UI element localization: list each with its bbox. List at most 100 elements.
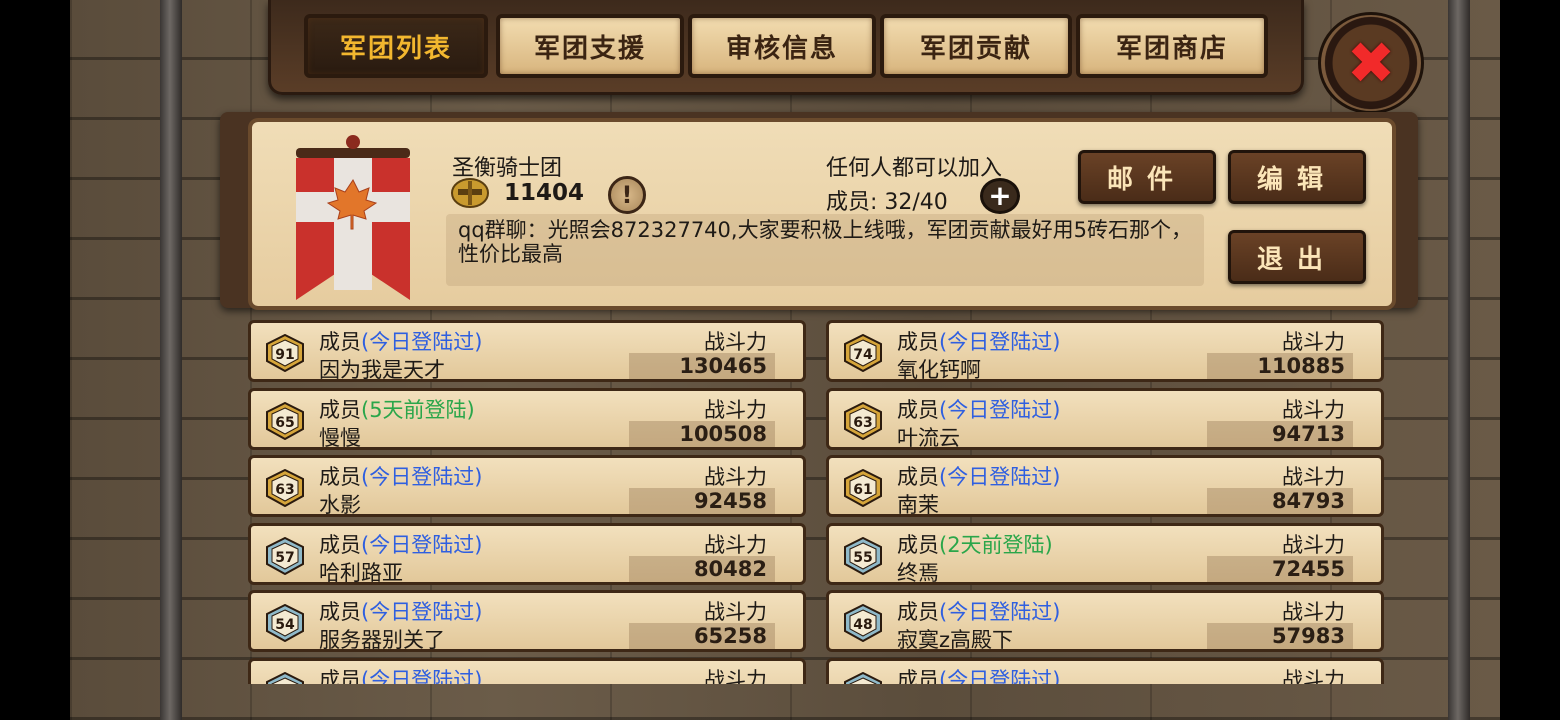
power-label: 战斗力	[1282, 532, 1345, 557]
quit-button[interactable]: 退出	[1228, 230, 1366, 284]
member-login-status: (今日登陆过)	[361, 667, 483, 685]
member-role-label: 成员	[319, 465, 361, 489]
member-role-label: 成员	[319, 330, 361, 354]
level-badge-icon: 61	[844, 469, 882, 507]
tab-guild-shop[interactable]: 军团商店	[1076, 14, 1268, 78]
power-value: 94713	[1207, 420, 1353, 447]
frame-rail-left	[160, 0, 182, 720]
level-text: 91	[275, 347, 294, 363]
member-login-status: (今日登陆过)	[361, 465, 483, 489]
power-label: 战斗力	[704, 532, 767, 557]
members-count: 成员: 32/40	[826, 190, 948, 215]
member-role: 成员(今日登陆过)	[319, 529, 482, 559]
power-value: 80482	[629, 555, 775, 582]
level-badge-icon: 48	[844, 604, 882, 642]
edit-button[interactable]: 编辑	[1228, 150, 1366, 204]
member-role-label: 成员	[897, 667, 939, 685]
member-card[interactable]: 55 成员(2天前登陆) 终焉 战斗力 72455	[826, 522, 1384, 585]
power-value: 92458	[629, 488, 775, 514]
member-login-status: (2天前登陆)	[939, 532, 1053, 557]
join-policy: 任何人都可以加入	[826, 156, 1003, 181]
member-card[interactable]: 63 成员(今日登陆过) 叶流云 战斗力 94713	[826, 387, 1384, 450]
member-login-status: (今日登陆过)	[939, 330, 1061, 354]
level-text: 61	[853, 482, 872, 498]
power-label: 战斗力	[1282, 465, 1345, 489]
level-text: 55	[853, 550, 872, 566]
member-name: 终焉	[897, 560, 939, 585]
close-button[interactable]: ✖	[1318, 12, 1424, 114]
level-badge-icon: 63	[266, 469, 304, 507]
power-value: 72455	[1207, 555, 1353, 582]
member-name: 因为我是天才	[319, 358, 445, 382]
member-login-status: (今日登陆过)	[939, 397, 1061, 422]
power-value: 84793	[1207, 488, 1353, 514]
member-role: 成员(今日登陆过)	[319, 664, 482, 685]
info-icon[interactable]: !	[608, 176, 646, 214]
member-card[interactable]: 91 成员(今日登陆过) 因为我是天才 战斗力 130465	[248, 320, 806, 382]
tab-guild-list[interactable]: 军团列表	[304, 14, 488, 78]
power-label: 战斗力	[704, 600, 767, 624]
level-badge-icon: 57	[266, 536, 304, 575]
member-role-label: 成员	[319, 667, 361, 685]
level-badge-icon: 91	[266, 334, 304, 372]
member-card[interactable]: 61 成员(今日登陆过) 南茉 战斗力 84793	[826, 455, 1384, 517]
member-role: 成员(今日登陆过)	[897, 664, 1060, 685]
member-name: 慢慢	[319, 425, 361, 450]
power-label: 战斗力	[1282, 600, 1345, 624]
member-role-label: 成员	[897, 532, 939, 557]
power-label: 战斗力	[704, 397, 767, 422]
level-badge-icon: 54	[266, 604, 304, 642]
member-name: 南茉	[897, 493, 939, 517]
member-card[interactable]: 63 成员(今日登陆过) 水影 战斗力 92458	[248, 455, 806, 517]
member-role: 成员(5天前登陆)	[319, 394, 475, 424]
member-card[interactable]: 成员(今日登陆过) 战斗力	[248, 657, 806, 685]
member-role: 成员(今日登陆过)	[319, 596, 482, 626]
member-role: 成员(2天前登陆)	[897, 529, 1053, 559]
member-role: 成员(今日登陆过)	[897, 326, 1060, 356]
member-role-label: 成员	[319, 600, 361, 624]
member-card[interactable]: 54 成员(今日登陆过) 服务器别关了 战斗力 65258	[248, 590, 806, 652]
member-login-status: (今日登陆过)	[361, 330, 483, 354]
level-badge-icon: 55	[844, 536, 882, 575]
tab-guild-support[interactable]: 军团支援	[496, 14, 684, 78]
level-text: 65	[275, 415, 294, 431]
member-role-label: 成员	[319, 397, 361, 422]
guild-score: 11404	[504, 180, 585, 206]
power-label: 战斗力	[1282, 667, 1345, 685]
power-label: 战斗力	[704, 330, 767, 354]
member-login-status: (今日登陆过)	[939, 600, 1061, 624]
power-label: 战斗力	[704, 667, 767, 685]
member-login-status: (今日登陆过)	[361, 600, 483, 624]
guild-announcement: qq群聊：光照会872327740,大家要积极上线哦，军团贡献最好用5砖石那个，…	[446, 214, 1204, 286]
level-text: 54	[275, 617, 295, 633]
level-text: 63	[853, 415, 872, 431]
maple-leaf-banner-icon	[296, 135, 410, 300]
member-login-status: (今日登陆过)	[939, 465, 1061, 489]
member-role: 成员(今日登陆过)	[897, 461, 1060, 491]
member-name: 水影	[319, 493, 361, 517]
level-badge-icon	[844, 671, 882, 684]
member-name: 寂寞z高殿下	[897, 628, 1014, 652]
member-role: 成员(今日登陆过)	[897, 394, 1060, 424]
member-role-label: 成员	[897, 600, 939, 624]
member-card[interactable]: 成员(今日登陆过) 战斗力	[826, 657, 1384, 685]
tab-guild-contribution[interactable]: 军团贡献	[880, 14, 1072, 78]
member-login-status: (今日登陆过)	[939, 667, 1061, 685]
member-name: 氧化钙啊	[897, 358, 981, 382]
helmet-icon	[451, 178, 489, 208]
member-card[interactable]: 48 成员(今日登陆过) 寂寞z高殿下 战斗力 57983	[826, 590, 1384, 652]
power-value: 100508	[629, 420, 775, 447]
tab-review-info[interactable]: 审核信息	[688, 14, 876, 78]
level-badge-icon: 74	[844, 334, 882, 372]
member-card[interactable]: 74 成员(今日登陆过) 氧化钙啊 战斗力 110885	[826, 320, 1384, 382]
member-list[interactable]: 91 成员(今日登陆过) 因为我是天才 战斗力 130465 74 成员(今日登陆过) 氧化钙…	[246, 318, 1388, 684]
level-text: 63	[275, 482, 294, 498]
mail-button[interactable]: 邮件	[1078, 150, 1216, 204]
level-badge-icon: 65	[266, 401, 304, 440]
member-card[interactable]: 65 成员(5天前登陆) 慢慢 战斗力 100508	[248, 387, 806, 450]
add-member-icon[interactable]: +	[980, 178, 1020, 214]
close-x-icon: ✖	[1346, 29, 1396, 97]
power-value: 130465	[629, 353, 775, 379]
member-card[interactable]: 57 成员(今日登陆过) 哈利路亚 战斗力 80482	[248, 522, 806, 585]
member-role: 成员(今日登陆过)	[319, 461, 482, 491]
